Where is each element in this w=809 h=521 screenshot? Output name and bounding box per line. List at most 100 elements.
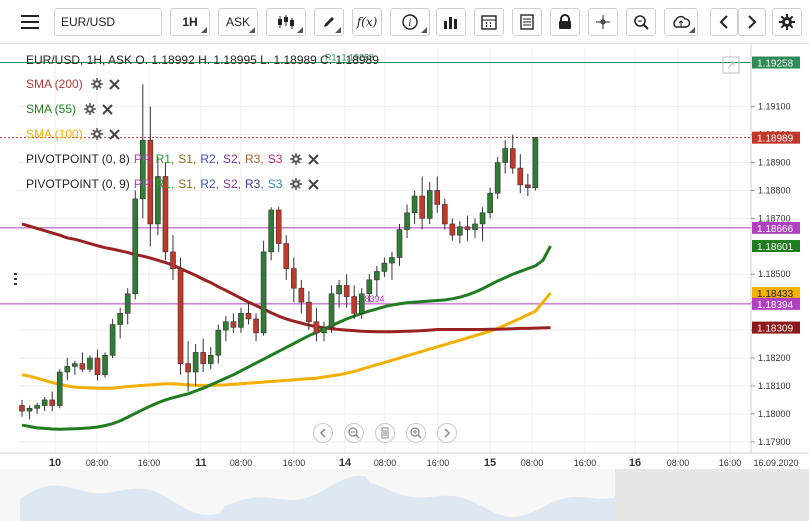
- gear-icon[interactable]: [90, 78, 103, 90]
- info-button[interactable]: i: [390, 8, 430, 36]
- candle-body: [464, 226, 471, 230]
- x-tick-label: 16:00: [427, 458, 450, 468]
- calendar-button[interactable]: [474, 8, 504, 36]
- x-tick-label: 14: [339, 457, 352, 469]
- candle-body: [283, 243, 290, 269]
- close-icon[interactable]: [308, 178, 320, 190]
- scroll-right-button[interactable]: [738, 8, 766, 36]
- candle-body: [200, 352, 206, 364]
- chevron-down-icon: [249, 27, 255, 33]
- pivot-item-s3: S3: [267, 177, 283, 191]
- price-tag-label: 1.18394: [757, 300, 794, 311]
- pivot-item-r2: R2,: [200, 152, 219, 166]
- nav-scroll-left-button[interactable]: [313, 423, 333, 443]
- candle-body: [374, 271, 380, 281]
- volume-button[interactable]: [436, 8, 466, 36]
- close-icon[interactable]: [102, 103, 113, 115]
- close-icon[interactable]: [108, 128, 120, 140]
- interval-label: 1H: [182, 15, 198, 29]
- scroll-left-button[interactable]: [710, 8, 738, 36]
- zoom-out-icon: [348, 427, 360, 439]
- arrow-right-icon: [748, 15, 757, 29]
- candle-body: [230, 321, 237, 328]
- candle-body: [449, 223, 456, 236]
- x-tick-label: 10: [49, 457, 61, 469]
- candle-body: [502, 148, 509, 163]
- x-tick-label: 11: [195, 457, 207, 469]
- cloud-upload-icon: [673, 15, 691, 28]
- expand-button[interactable]: [722, 56, 740, 74]
- indicator-pivotpoint-8[interactable]: PIVOTPOINT (0, 8) PP, R1, S1, R2, S2, R3…: [26, 151, 320, 167]
- candle-body: [72, 363, 78, 367]
- indicator-sma-55[interactable]: SMA (55): [26, 101, 113, 117]
- candle-body: [487, 192, 493, 214]
- indicator-label: SMA (55): [26, 102, 77, 116]
- pencil-icon: [324, 17, 334, 27]
- candle-body: [517, 167, 524, 186]
- menu-button[interactable]: [14, 8, 46, 36]
- nav-scroll-right-button[interactable]: [437, 423, 457, 443]
- candle-body: [41, 399, 48, 406]
- candle-body: [509, 148, 516, 169]
- indicator-label: SMA (100): [26, 127, 83, 141]
- y-tick-label: 1.18500: [758, 269, 791, 279]
- close-icon[interactable]: [308, 153, 320, 165]
- pivot-item-s1: S1,: [178, 152, 197, 166]
- toolbar: EUR/USD 1H ASK f(x) i: [0, 0, 809, 44]
- gear-icon[interactable]: [290, 153, 303, 165]
- document-icon: [520, 14, 534, 30]
- price-type-label: ASK: [225, 15, 250, 29]
- gear-icon: [779, 14, 795, 30]
- drag-handle-icon: [14, 273, 17, 285]
- candle-body: [381, 262, 388, 272]
- nav-zoom-out-button[interactable]: [344, 423, 364, 443]
- gear-icon[interactable]: [90, 128, 103, 140]
- settings-button[interactable]: [772, 8, 802, 36]
- candle-body: [358, 293, 365, 314]
- candle-body: [313, 321, 320, 334]
- symbol-input[interactable]: EUR/USD: [54, 8, 162, 36]
- x-tick-label: 16:00: [719, 458, 742, 468]
- interval-select[interactable]: 1H: [170, 8, 210, 36]
- pivot-item-r3: R3,: [245, 152, 264, 166]
- draw-tools-button[interactable]: [314, 8, 344, 36]
- close-icon[interactable]: [108, 78, 120, 90]
- template-button[interactable]: [512, 8, 542, 36]
- candle-body: [298, 287, 305, 303]
- pivot-item-s1: S1,: [178, 177, 197, 191]
- share-button[interactable]: [664, 8, 698, 36]
- price-type-select[interactable]: ASK: [218, 8, 258, 36]
- indicators-button[interactable]: f(x): [352, 8, 382, 36]
- zoom-button[interactable]: [626, 8, 656, 36]
- nav-reset-button[interactable]: [375, 423, 395, 443]
- x-tick-label: 08:00: [667, 458, 690, 468]
- indicator-pivotpoint-9[interactable]: PIVOTPOINT (0, 9) PP, R1, S1, R2, S2, R3…: [26, 176, 320, 192]
- pivot-item-s2: S2,: [223, 152, 242, 166]
- sma-100-line: [21, 292, 552, 390]
- candle-body: [351, 296, 358, 314]
- price-tag-label: 1.19258: [757, 59, 794, 70]
- indicator-sma-100[interactable]: SMA (100): [26, 126, 120, 142]
- candle-body: [253, 318, 259, 334]
- price-chart[interactable]: R1: 1.192581.183941.191001.190001.189001…: [0, 44, 809, 521]
- pivot-item-pp: PP,: [133, 177, 152, 191]
- candle-body: [525, 184, 531, 188]
- chart-type-button[interactable]: [266, 8, 306, 36]
- indicator-sma-200[interactable]: SMA (200): [26, 76, 120, 92]
- lock-button[interactable]: [550, 8, 580, 36]
- y-tick-label: 1.18100: [758, 381, 791, 391]
- chart-area[interactable]: R1: 1.192581.183941.191001.190001.189001…: [0, 44, 809, 521]
- panel-handle[interactable]: [14, 272, 18, 288]
- crosshair-button[interactable]: [588, 8, 618, 36]
- candle-body: [328, 293, 335, 328]
- x-tick-label: 16:00: [574, 458, 597, 468]
- candle-body: [419, 195, 425, 219]
- chevron-left-icon: [319, 428, 326, 438]
- x-tick-label: 16.09.2020: [753, 458, 798, 468]
- x-tick-label: 16:00: [283, 458, 306, 468]
- candle-body: [34, 405, 40, 409]
- pivot-item-s2: S2,: [223, 177, 242, 191]
- nav-zoom-in-button[interactable]: [406, 423, 426, 443]
- gear-icon[interactable]: [290, 178, 303, 190]
- gear-icon[interactable]: [84, 103, 97, 115]
